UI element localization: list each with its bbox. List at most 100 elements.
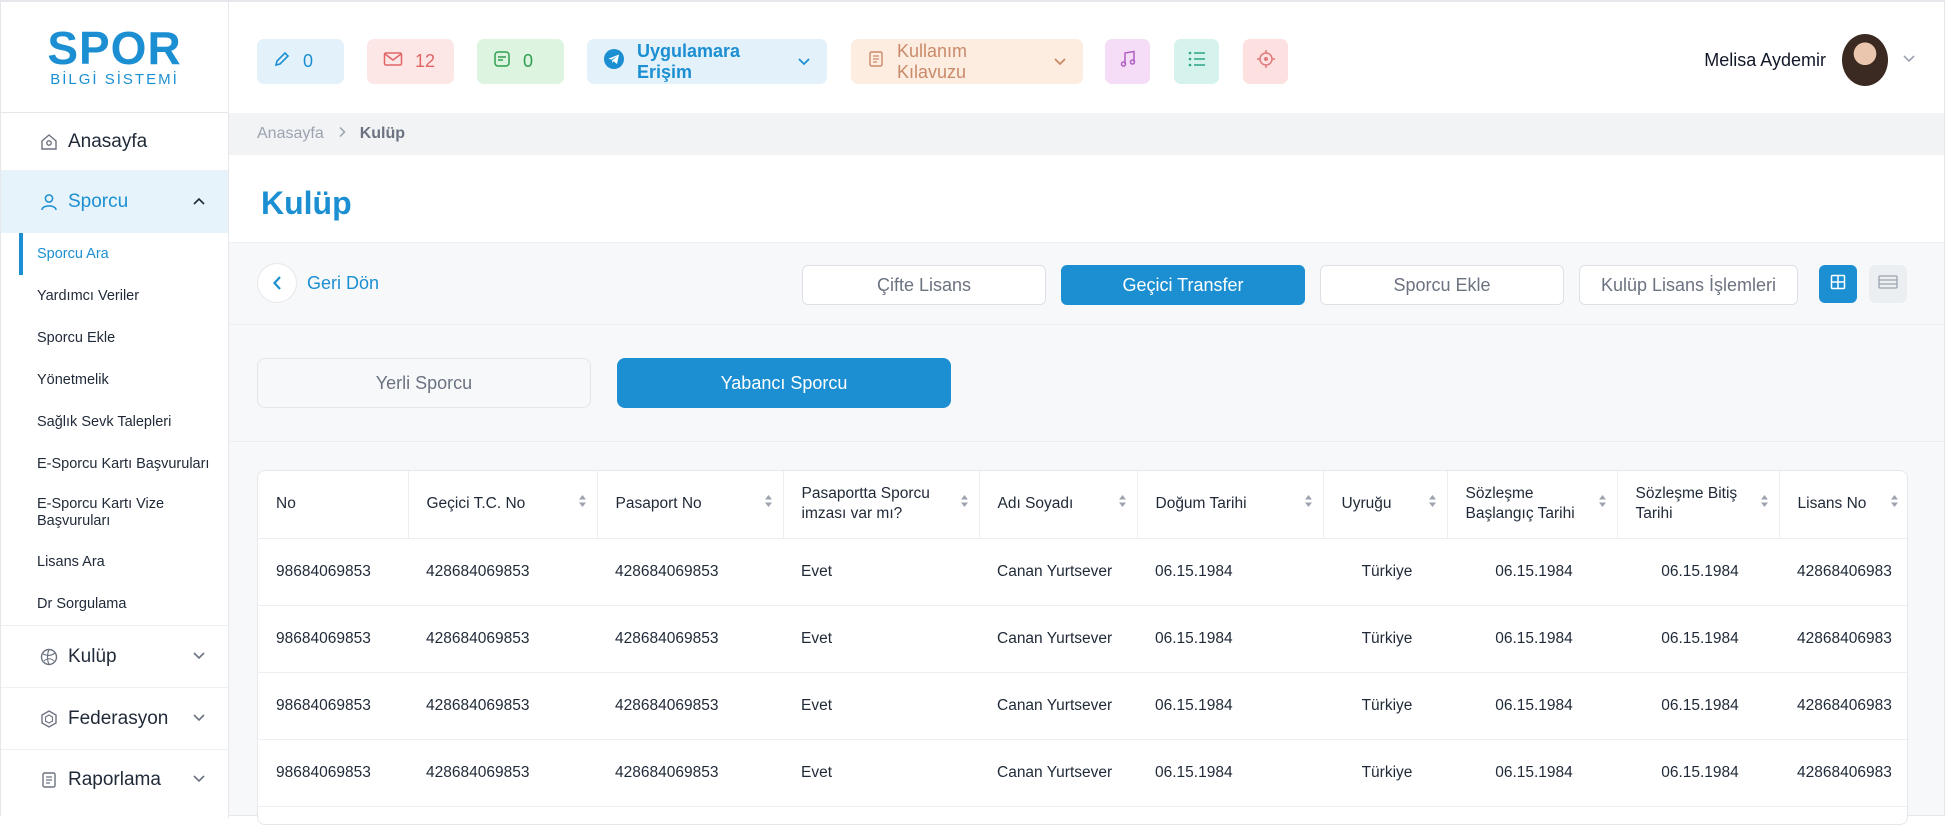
tab-sporcu-ekle[interactable]: Sporcu Ekle (1320, 265, 1564, 305)
table-row[interactable]: 98684069853 428684069853 428684069853 Evet C… (258, 538, 1907, 606)
table-cell: 06.15.1984 (1447, 739, 1617, 807)
table-cell: Evet (783, 538, 979, 606)
tab-cifte-lisans[interactable]: Çifte Lisans (802, 265, 1046, 305)
submenu-item-sporcu-ekle[interactable]: Sporcu Ekle (1, 317, 228, 359)
mail-counter-button[interactable]: 12 (367, 39, 454, 84)
column-header-label: Doğum Tarihi (1155, 495, 1247, 513)
table-cell: 06.15.1984 (1137, 739, 1323, 807)
chevron-down-icon (192, 648, 206, 666)
edit-counter-button[interactable]: 0 (257, 39, 344, 84)
sidebar-item-kulup[interactable]: Kulüp (1, 626, 228, 688)
music-icon (1118, 49, 1138, 74)
sort-icon[interactable] (1760, 494, 1769, 514)
column-header[interactable]: Pasaportta Sporcu imzası var mı? (783, 471, 980, 539)
user-name: Melisa Aydemir (1704, 49, 1826, 70)
submenu-item-e-sporcu-karti[interactable]: E-Sporcu Kartı Başvuruları (1, 443, 228, 485)
submenu-item-yardimci-veriler[interactable]: Yardımcı Veriler (1, 275, 228, 317)
chevron-right-icon (338, 125, 346, 143)
sporcu-submenu: Sporcu Ara Yardımcı Veriler Sporcu Ekle … (1, 233, 228, 626)
user-menu[interactable]: Melisa Aydemir (1704, 32, 1916, 88)
column-header-label: Pasaport No (615, 495, 702, 513)
guide-dropdown[interactable]: Kullanım Kılavuzu (851, 39, 1083, 84)
list-icon (1187, 50, 1207, 73)
sort-icon[interactable] (960, 494, 969, 514)
table-cell: 42868406983 (1779, 739, 1907, 807)
avatar (1842, 34, 1888, 86)
sort-icon[interactable] (1598, 494, 1607, 514)
column-header[interactable]: Adı Soyadı (979, 471, 1138, 539)
sort-icon[interactable] (578, 494, 587, 514)
logo-sub: BİLGİ SİSTEMİ (50, 71, 179, 88)
table-cell: 06.15.1984 (1617, 672, 1779, 740)
logo[interactable]: SPOR BİLGİ SİSTEMİ (1, 2, 228, 113)
tab-gecici-transfer[interactable]: Geçici Transfer (1061, 265, 1305, 305)
column-header[interactable]: Geçici T.C. No (408, 471, 598, 539)
segment-bar: Yerli Sporcu Yabancı Sporcu (229, 324, 1944, 442)
table-row[interactable]: 98684069853 428684069853 428684069853 Evet C… (258, 739, 1907, 807)
sidebar-item-federasyon[interactable]: Federasyon (1, 688, 228, 750)
sort-icon[interactable] (764, 494, 773, 514)
back-button[interactable]: Geri Dön (257, 263, 379, 303)
list-button[interactable] (1174, 39, 1219, 84)
sort-icon[interactable] (1304, 494, 1313, 514)
column-header[interactable]: Uyruğu (1323, 471, 1448, 539)
table-area: No Geçici T.C. No Pasaport No Pasaportta Sp… (229, 442, 1944, 825)
column-header-label: Sözleşme Bitiş Tarihi (1635, 485, 1738, 523)
sort-icon[interactable] (1428, 494, 1437, 514)
submenu-item-yonetmelik[interactable]: Yönetmelik (1, 359, 228, 401)
breadcrumb-current: Kulüp (359, 125, 406, 142)
app-access-dropdown[interactable]: Uygulamara Erişim (587, 39, 827, 84)
note-icon (493, 50, 511, 73)
ball-icon (39, 647, 59, 667)
chevron-left-icon (257, 263, 297, 303)
column-header[interactable]: Sözleşme Bitiş Tarihi (1617, 471, 1780, 539)
table-cell: 06.15.1984 (1447, 605, 1617, 673)
guide-label: Kullanım Kılavuzu (897, 40, 968, 82)
music-button[interactable] (1105, 39, 1150, 84)
sidebar-item-label: Kulüp (68, 645, 117, 667)
table-row[interactable]: 98684069853 428684069853 428684069853 Evet C… (258, 672, 1907, 740)
sidebar-item-sporcu[interactable]: Sporcu (1, 171, 228, 233)
sort-icon[interactable] (1118, 494, 1127, 514)
column-header[interactable]: Lisans No (1779, 471, 1907, 539)
column-header-label: Pasaportta Sporcu imzası var mı? (801, 485, 930, 523)
sidebar-item-home[interactable]: Anasayfa (1, 113, 228, 171)
submenu-item-e-sporcu-vize[interactable]: E-Sporcu Kartı Vize Başvuruları (1, 485, 228, 541)
submenu-item-dr-sorgulama[interactable]: Dr Sorgulama (1, 583, 228, 625)
submenu-item-sporcu-ara[interactable]: Sporcu Ara (1, 233, 228, 275)
column-header[interactable]: Pasaport No (597, 471, 784, 539)
table-row[interactable]: 98684069853 428684069853 428684069853 Evet C… (258, 605, 1907, 673)
back-label: Geri Dön (307, 272, 380, 293)
mail-icon (383, 51, 403, 72)
column-header-label: No (276, 495, 296, 513)
chevron-down-icon (192, 771, 206, 789)
table-cell: 06.15.1984 (1447, 538, 1617, 606)
table-cell: 428684069853 (408, 739, 597, 807)
sidebar-item-raporlama[interactable]: Raporlama (1, 750, 228, 810)
grid-view-button[interactable] (1819, 265, 1857, 303)
target-button[interactable] (1243, 39, 1288, 84)
submenu-item-saglik-sevk[interactable]: Sağlık Sevk Talepleri (1, 401, 228, 443)
tab-kulup-lisans-islemleri[interactable]: Kulüp Lisans İşlemleri (1579, 265, 1798, 305)
column-header-label: Uyruğu (1341, 495, 1392, 513)
table-cell: 428684069853 (597, 739, 783, 807)
table-cell: 06.15.1984 (1617, 739, 1779, 807)
column-header[interactable]: Sözleşme Başlangıç Tarihi (1447, 471, 1618, 539)
table-cell: 428684069853 (597, 672, 783, 740)
table-cell: 06.15.1984 (1137, 672, 1323, 740)
breadcrumb-home[interactable]: Anasayfa (257, 125, 324, 143)
sidebar-item-label: Raporlama (68, 769, 161, 790)
sort-icon[interactable] (1890, 494, 1899, 514)
telegram-icon (603, 48, 625, 75)
table-cell: 06.15.1984 (1617, 605, 1779, 673)
sidebar-item-label: Federasyon (68, 707, 169, 729)
column-header: No (258, 471, 409, 539)
segment-yabanci-sporcu[interactable]: Yabancı Sporcu (617, 358, 951, 408)
pencil-icon (273, 50, 291, 73)
note-counter-button[interactable]: 0 (477, 39, 564, 84)
column-header[interactable]: Doğum Tarihi (1137, 471, 1324, 539)
submenu-item-lisans-ara[interactable]: Lisans Ara (1, 541, 228, 583)
list-view-button[interactable] (1869, 265, 1907, 303)
segment-yerli-sporcu[interactable]: Yerli Sporcu (257, 358, 591, 408)
page-title: Kulüp (261, 185, 352, 221)
